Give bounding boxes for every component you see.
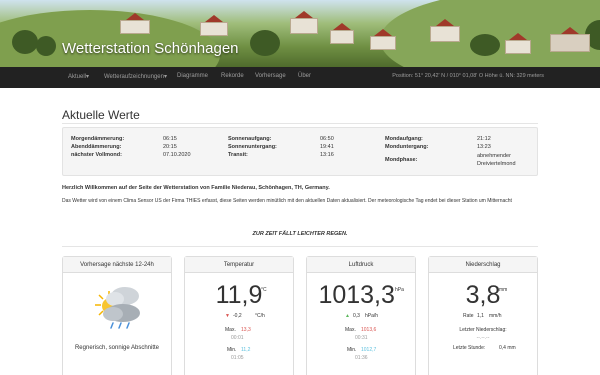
station-description: Das Wetter wird von einem Clima Sensor U… — [62, 198, 512, 204]
pressure-unit: hPa — [395, 287, 404, 293]
label-mondphase: Mondphase: — [385, 157, 418, 163]
value-abenddaemmerung: 20:15 — [163, 144, 177, 150]
label-monduntergang: Monduntergang: — [385, 144, 429, 150]
value-sonnenuntergang: 19:41 — [320, 144, 334, 150]
chevron-down-icon: ▾ — [163, 74, 167, 80]
label-sonnenaufgang: Sonnenaufgang: — [228, 136, 272, 142]
label-morgendaemmerung: Morgendämmerung: — [71, 136, 125, 142]
last-hour-label: Letzte Stunde: — [453, 345, 486, 351]
temperature-min-value: 11,2 — [241, 347, 251, 353]
temperature-max-value: 13,3 — [241, 327, 251, 333]
rain-unit: mm — [499, 287, 508, 293]
welcome-text: Herzlich Willkommen auf der Seite der We… — [62, 185, 330, 191]
pressure-panel: Luftdruck 1013,3 hPa ▲ 0,3 hPa/h Max. 10… — [306, 256, 416, 375]
navbar: Aktuell▾ Wetteraufzeichnungen▾ Diagramme… — [0, 67, 600, 88]
pressure-max-time: 00:31 — [355, 335, 368, 341]
temperature-panel: Temperatur 11,9 °C ▼ -0,2 °C/h Max. 13,3… — [184, 256, 294, 375]
divider — [62, 246, 538, 247]
pressure-max-label: Max. — [345, 327, 356, 333]
label-mondaufgang: Mondaufgang: — [385, 136, 423, 142]
current-values-well: Morgendämmerung: 06:15 Abenddämmerung: 2… — [62, 127, 538, 176]
temperature-panel-title: Temperatur — [185, 257, 293, 273]
pressure-trend-unit: hPa/h — [365, 313, 379, 319]
rain-rate-label: Rate — [463, 313, 474, 319]
temperature-value: 11,9 — [215, 281, 263, 309]
nav-diagramme[interactable]: Diagramme — [177, 73, 208, 79]
temperature-min-label: Min. — [227, 347, 237, 353]
value-sonnenaufgang: 06:50 — [320, 136, 334, 142]
nav-aktuell[interactable]: Aktuell▾ — [68, 73, 89, 80]
rain-panel-title: Niederschlag — [429, 257, 537, 273]
pressure-panel-title: Luftdruck — [307, 257, 415, 273]
last-rain-value: --.--.-- — [476, 335, 490, 341]
rain-rate-value: 1,1 — [477, 313, 484, 319]
nav-wetteraufzeichnungen[interactable]: Wetteraufzeichnungen▾ — [104, 73, 167, 80]
pressure-trend: 0,3 — [353, 313, 360, 319]
nav-rekorde[interactable]: Rekorde — [221, 73, 244, 79]
pressure-value: 1013,3 — [318, 281, 395, 309]
rain-sun-cloud-icon — [91, 281, 147, 331]
value-monduntergang: 13:23 — [477, 144, 491, 150]
label-sonnenuntergang: Sonnenuntergang: — [228, 144, 277, 150]
trend-up-icon: ▲ — [345, 313, 350, 319]
temperature-max-time: 00:01 — [231, 335, 244, 341]
value-transit: 13:16 — [320, 152, 334, 158]
nav-vorhersage[interactable]: Vorhersage — [255, 73, 286, 79]
chevron-down-icon: ▾ — [86, 74, 90, 80]
rain-value: 3,8 — [465, 281, 501, 309]
value-mondphase: abnehmender Dreiviertelmond — [477, 153, 516, 167]
forecast-panel-title: Vorhersage nächste 12-24h — [63, 257, 171, 273]
temperature-min-time: 01:05 — [231, 355, 244, 361]
pressure-max-value: 1013,6 — [361, 327, 377, 333]
header-banner: Wetterstation Schönhagen — [0, 0, 600, 67]
label-abenddaemmerung: Abenddämmerung: — [71, 144, 122, 150]
pressure-min-label: Min. — [347, 347, 357, 353]
pressure-min-value: 1012,7 — [361, 347, 377, 353]
value-mondaufgang: 21:12 — [477, 136, 491, 142]
trend-down-icon: ▼ — [225, 313, 230, 319]
site-title[interactable]: Wetterstation Schönhagen — [62, 40, 239, 57]
temperature-trend-unit: °C/h — [255, 313, 265, 319]
label-vollmond: nächster Vollmond: — [71, 152, 122, 158]
forecast-panel: Vorhersage nächste 12-24h Regnerisch, so… — [62, 256, 172, 375]
page-title: Aktuelle Werte — [62, 108, 140, 122]
value-morgendaemmerung: 06:15 — [163, 136, 177, 142]
pressure-min-time: 01:36 — [355, 355, 368, 361]
label-transit: Transit: — [228, 152, 248, 158]
rain-rate-unit: mm/h — [489, 313, 502, 319]
nav-ueber[interactable]: Über — [298, 73, 311, 79]
last-rain-label: Letzter Niederschlag: — [459, 327, 507, 333]
current-condition-note: ZUR ZEIT FÄLLT LEICHTER REGEN. — [252, 231, 348, 237]
last-hour-value: 0,4 mm — [499, 345, 516, 351]
temperature-unit: °C — [261, 287, 267, 293]
station-position: Position: 51° 20,42' N / 010° 01,08' O H… — [392, 73, 544, 79]
temperature-trend: -0,2 — [233, 313, 242, 319]
forecast-text: Regnerisch, sonnige Abschnitte — [74, 345, 160, 351]
divider — [62, 123, 538, 124]
temperature-max-label: Max. — [225, 327, 236, 333]
rain-panel: Niederschlag 3,8 mm Rate 1,1 mm/h Letzte… — [428, 256, 538, 375]
value-vollmond: 07.10.2020 — [163, 152, 191, 158]
